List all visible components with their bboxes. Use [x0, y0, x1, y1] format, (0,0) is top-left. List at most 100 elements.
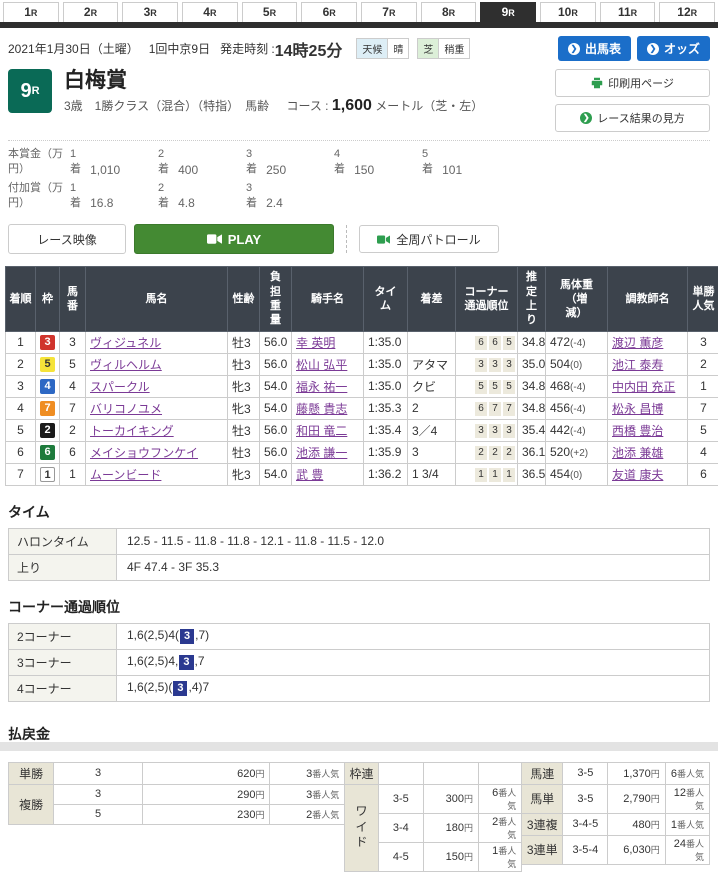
finish-time: 1:36.2: [364, 463, 408, 485]
horse-name-cell: ヴィルヘルム: [86, 353, 228, 375]
odds-button[interactable]: ❯ オッズ: [637, 36, 710, 61]
trainer-link[interactable]: 中内田 充正: [612, 380, 675, 394]
jockey-link[interactable]: 池添 謙一: [296, 446, 347, 460]
video-camera-icon: [207, 234, 222, 244]
bet-type-quinella: 馬連: [522, 762, 563, 784]
printer-icon: [591, 77, 603, 89]
wide-payout: 180円: [423, 813, 478, 842]
prize-amount: 150: [354, 163, 374, 177]
wide-payout: 300円: [423, 784, 478, 813]
finish-position: 7: [6, 463, 36, 485]
trifecta-favorite-rank: 24番人気: [665, 835, 709, 864]
payout-tables: 単勝 3 620円 3番人気 複勝 3 290円 3番人気 5 230円 2番人…: [8, 762, 710, 872]
patrol-video-button[interactable]: 全周パトロール: [359, 225, 499, 253]
race-tab[interactable]: 8R: [421, 2, 477, 22]
race-tab[interactable]: 7R: [361, 2, 417, 22]
horse-name-link[interactable]: ヴィルヘルム: [90, 358, 162, 372]
bracket-payout: [423, 762, 478, 784]
jockey-link[interactable]: 松山 弘平: [296, 358, 347, 372]
wide-favorite-rank: 1番人気: [478, 842, 521, 871]
sex-age: 牝3: [228, 397, 260, 419]
race-tab[interactable]: 3R: [122, 2, 178, 22]
race-tab[interactable]: 1R: [3, 2, 59, 22]
corner-pos: 6: [489, 336, 501, 350]
race-conditions: 3歳 1勝クラス（混合）（特指） 馬齢 コース : 1,600 メートル（芝・左…: [64, 97, 483, 115]
horse-name-link[interactable]: ムーンビード: [90, 468, 161, 482]
prize-amount: 1,010: [90, 163, 120, 177]
frame-number-badge: 7: [40, 401, 55, 416]
jockey-link[interactable]: 福永 祐一: [296, 380, 347, 394]
place-payout-row: 5 230円 2番人気: [9, 804, 345, 824]
tab-label: 10: [558, 5, 571, 19]
print-page-label: 印刷用ページ: [608, 75, 674, 91]
sex-age: 牝3: [228, 375, 260, 397]
horse-name-link[interactable]: スパークル: [90, 380, 150, 394]
wide-selection: 3-4: [378, 813, 423, 842]
bet-type-exacta: 馬単: [522, 784, 563, 813]
wide-favorite-rank: 2番人気: [478, 813, 521, 842]
horse-name-link[interactable]: メイショウフンケイ: [90, 446, 198, 460]
time-section-title: タイム: [8, 502, 710, 522]
corner-pos: 3: [475, 424, 487, 438]
course-detail: メートル（芝・左）: [375, 99, 483, 113]
win-favorite: 1: [688, 375, 718, 397]
winner-number-highlight: 3: [180, 629, 194, 644]
jockey-link[interactable]: 武 豊: [296, 468, 323, 482]
jockey-cell: 松山 弘平: [292, 353, 364, 375]
horse-name-cell: ムーンビード: [86, 463, 228, 485]
race-date: 2021年1月30日（土曜）: [8, 40, 139, 57]
trainer-link[interactable]: 池江 泰寿: [612, 358, 663, 372]
jockey-link[interactable]: 和田 竜二: [296, 424, 347, 438]
page-bottom-strip: [0, 742, 718, 751]
tab-label: 4: [203, 5, 210, 19]
bet-type-wide: ワイド: [345, 784, 379, 871]
entry-table-button[interactable]: ❯ 出馬表: [558, 36, 631, 61]
corner-label: 2コーナー: [9, 623, 117, 649]
trainer-link[interactable]: 渡辺 薫彦: [612, 336, 663, 350]
jockey-link[interactable]: 幸 英明: [296, 336, 335, 350]
track-condition-value: 稍重: [438, 39, 469, 58]
added-prize-row: 付加賞（万円） 1着16.8 2着4.8 3着2.4: [8, 181, 710, 211]
trainer-cell: 池江 泰寿: [608, 353, 688, 375]
results-guide-button[interactable]: ❯ レース結果の見方: [555, 104, 710, 132]
horse-weight-diff: (-4): [570, 338, 586, 349]
race-tab[interactable]: 10R: [540, 2, 596, 22]
course-label: コース :: [286, 99, 328, 113]
trainer-cell: 友道 康夫: [608, 463, 688, 485]
race-tab[interactable]: 4R: [182, 2, 238, 22]
trainer-link[interactable]: 松永 昌博: [612, 402, 663, 416]
corner-pos: 3: [503, 424, 515, 438]
race-tab[interactable]: 12R: [659, 2, 715, 22]
race-tab[interactable]: 2R: [63, 2, 119, 22]
horse-weight-diff: (0): [570, 470, 582, 481]
horse-name-link[interactable]: バリコノユメ: [90, 402, 162, 416]
race-video-button[interactable]: レース映像: [8, 224, 126, 254]
odds-label: オッズ: [664, 40, 700, 57]
jockey-cell: 武 豊: [292, 463, 364, 485]
main-prize-label: 本賞金（万円）: [8, 147, 70, 177]
race-tab[interactable]: 9R: [480, 2, 536, 22]
horse-weight: 472: [550, 335, 570, 349]
race-tab[interactable]: 5R: [242, 2, 298, 22]
race-tab[interactable]: 11R: [600, 2, 656, 22]
finish-position: 2: [6, 353, 36, 375]
trainer-link[interactable]: 西橋 豊治: [612, 424, 663, 438]
jockey-link[interactable]: 藤懸 貴志: [296, 402, 347, 416]
margin: [408, 331, 456, 353]
meeting-label: 1回中京9日: [149, 40, 210, 57]
sex-age: 牡3: [228, 353, 260, 375]
print-page-button[interactable]: 印刷用ページ: [555, 69, 710, 97]
horse-name-link[interactable]: ヴィジュネル: [90, 336, 161, 350]
trainer-link[interactable]: 池添 兼雄: [612, 446, 663, 460]
race-tab[interactable]: 6R: [301, 2, 357, 22]
horse-name-link[interactable]: トーカイキング: [90, 424, 174, 438]
race-class-text: 3歳 1勝クラス（混合）（特指） 馬齢: [64, 99, 269, 113]
trainer-link[interactable]: 友道 康夫: [612, 468, 663, 482]
finish-time: 1:35.0: [364, 353, 408, 375]
horse-name-cell: スパークル: [86, 375, 228, 397]
col-margin: 着差: [408, 267, 456, 331]
place-payout-row: 複勝 3 290円 3番人気: [9, 784, 345, 804]
wide-favorite-rank: 6番人気: [478, 784, 521, 813]
exacta-selection: 3-5: [563, 784, 608, 813]
play-button[interactable]: PLAY: [134, 224, 334, 254]
